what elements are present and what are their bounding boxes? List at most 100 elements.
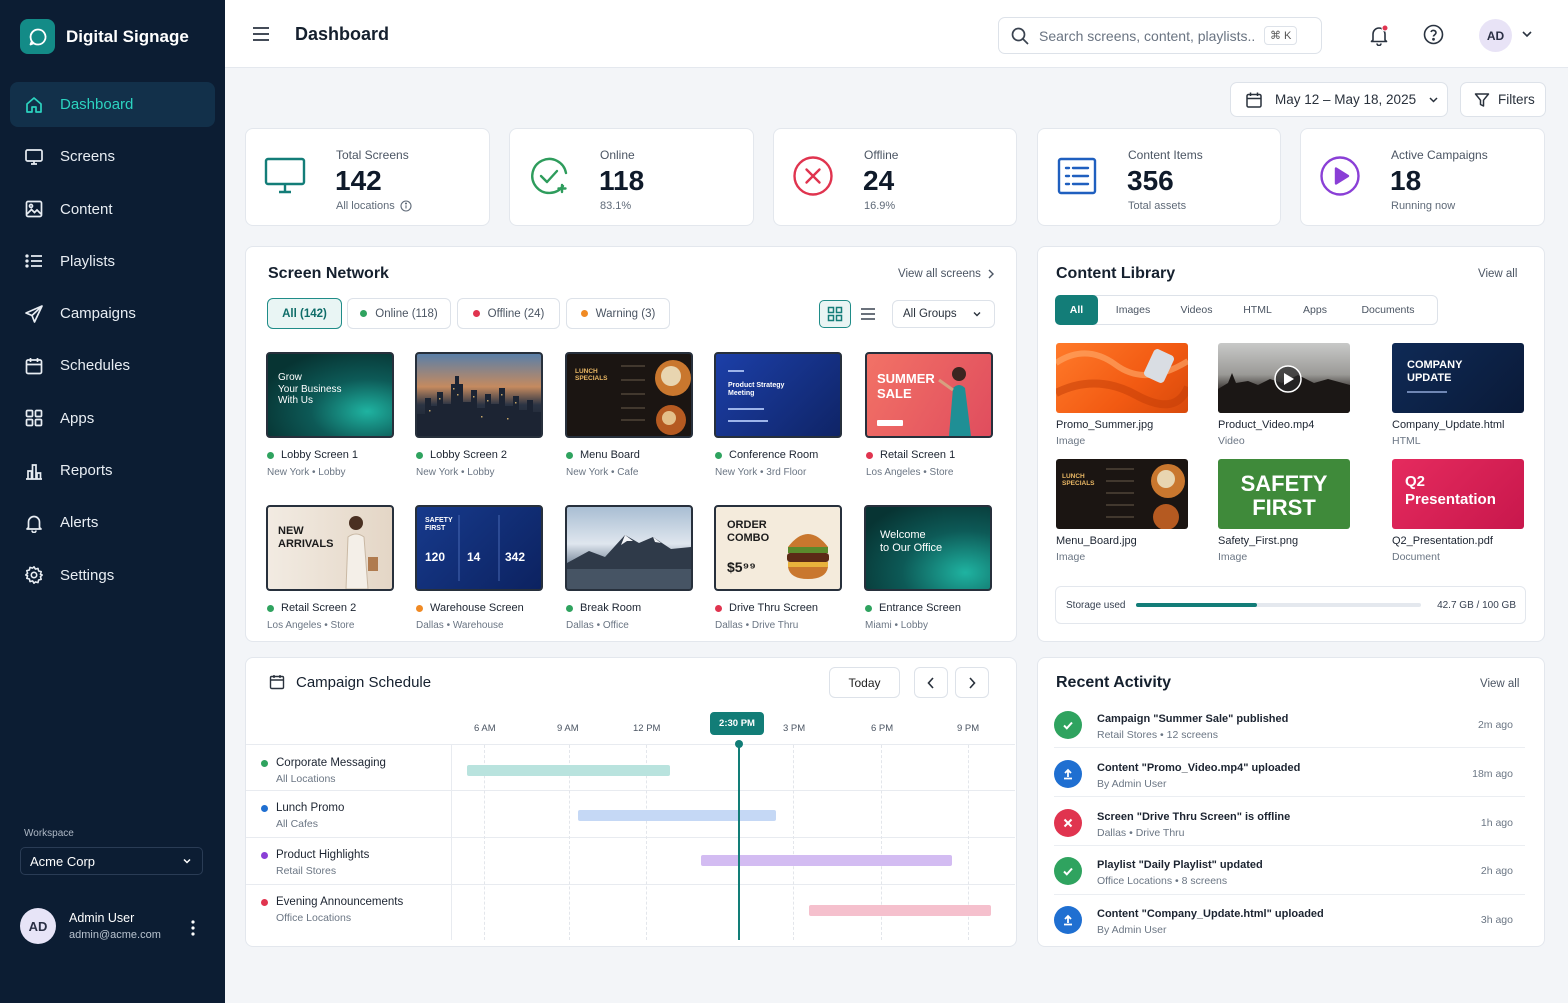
- status-dot: [566, 604, 573, 612]
- activity-item[interactable]: Content "Promo_Video.mp4" uploaded By Ad…: [1054, 758, 1525, 806]
- today-button[interactable]: Today: [829, 667, 900, 698]
- brand[interactable]: Digital Signage: [20, 19, 189, 54]
- next-button[interactable]: [955, 667, 989, 698]
- date-range-picker[interactable]: May 12 – May 18, 2025: [1230, 82, 1448, 117]
- view-all-activity-link[interactable]: View all: [1480, 678, 1519, 690]
- campaign-row[interactable]: Lunch Promo All Cafes: [261, 802, 344, 830]
- stat-card-online[interactable]: Online 118 83.1%: [509, 128, 754, 226]
- filters-button[interactable]: Filters: [1460, 82, 1546, 117]
- stat-card-content-items[interactable]: Content Items 356 Total assets: [1037, 128, 1281, 226]
- campaign-bar[interactable]: [467, 765, 670, 776]
- activity-item[interactable]: Content "Company_Update.html" uploaded B…: [1054, 904, 1525, 952]
- user-avatar[interactable]: AD: [1479, 19, 1512, 52]
- campaign-name: Product Highlights: [276, 849, 370, 861]
- search-box[interactable]: ⌘ K: [998, 17, 1322, 54]
- campaign-row[interactable]: Evening Announcements Office Locations: [261, 896, 403, 924]
- content-item[interactable]: SAFETY FIRST Safety_First.png Image: [1218, 459, 1350, 563]
- hamburger-menu-icon[interactable]: [252, 26, 270, 42]
- sidebar-item-campaigns[interactable]: Campaigns: [10, 291, 215, 336]
- tab-all[interactable]: All: [1055, 295, 1098, 325]
- search-icon: [1011, 27, 1029, 45]
- prev-button[interactable]: [914, 667, 948, 698]
- section-title: Screen Network: [268, 265, 389, 282]
- campaign-bar[interactable]: [809, 905, 991, 916]
- grid-line: [793, 745, 794, 940]
- content-item[interactable]: LUNCH SPECIALS Menu_Board.jpg Image: [1056, 459, 1188, 563]
- status-dot: [715, 604, 722, 612]
- divider: [1054, 747, 1525, 748]
- filter-chip-online[interactable]: Online (118): [347, 298, 451, 329]
- stat-card-offline[interactable]: Offline 24 16.9%: [773, 128, 1017, 226]
- content-type: Image: [1056, 435, 1086, 447]
- sidebar-item-apps[interactable]: Apps: [10, 396, 215, 441]
- filter-chip-offline[interactable]: Offline (24): [457, 298, 560, 329]
- activity-item[interactable]: Playlist "Daily Playlist" updated Office…: [1054, 855, 1525, 903]
- tab-videos[interactable]: Videos: [1168, 295, 1225, 325]
- sidebar-item-reports[interactable]: Reports: [10, 448, 215, 493]
- screen-card[interactable]: LUNCH SPECIALS Menu Board New York • Caf…: [565, 352, 693, 478]
- help-icon[interactable]: [1423, 24, 1444, 45]
- stat-card-active-campaigns[interactable]: Active Campaigns 18 Running now: [1300, 128, 1545, 226]
- screen-location: Miami • Lobby: [865, 620, 928, 631]
- view-all-screens-link[interactable]: View all screens: [898, 268, 995, 280]
- screen-card[interactable]: Product Strategy Meeting Conference Room…: [714, 352, 842, 478]
- tab-documents[interactable]: Documents: [1340, 295, 1436, 325]
- user-profile[interactable]: AD Admin User admin@acme.com: [20, 908, 161, 944]
- activity-item[interactable]: Campaign "Summer Sale" published Retail …: [1054, 709, 1525, 757]
- sidebar-item-schedules[interactable]: Schedules: [10, 343, 215, 388]
- grid-view-button[interactable]: [819, 300, 851, 328]
- workspace-select[interactable]: Acme Corp: [20, 847, 203, 875]
- screen-card[interactable]: NEW ARRIVALS Retail Screen 2 Los Angeles…: [266, 505, 394, 631]
- content-item[interactable]: COMPANY UPDATE Company_Update.html HTML: [1392, 343, 1524, 447]
- screen-card[interactable]: SUMMER SALE Retail Screen 1 Los Angeles …: [865, 352, 993, 478]
- campaign-dot: [261, 898, 268, 906]
- info-icon[interactable]: [400, 200, 412, 212]
- notification-bell-icon[interactable]: [1368, 24, 1390, 46]
- stat-sub: All locations: [336, 200, 412, 212]
- screen-card[interactable]: Grow Your Business With Us Lobby Screen …: [266, 352, 394, 478]
- filter-chip-warning[interactable]: Warning (3): [566, 298, 670, 329]
- content-item[interactable]: Promo_Summer.jpg Image: [1056, 343, 1188, 447]
- screen-card[interactable]: Break Room Dallas • Office: [565, 505, 693, 631]
- sidebar-item-dashboard[interactable]: Dashboard: [10, 82, 215, 127]
- sidebar-item-content[interactable]: Content: [10, 187, 215, 232]
- chip-label: Online (118): [375, 307, 438, 320]
- sidebar-item-screens[interactable]: Screens: [10, 134, 215, 179]
- image-icon: [25, 200, 43, 218]
- campaign-row[interactable]: Corporate Messaging All Locations: [261, 757, 386, 785]
- sidebar: Digital Signage Dashboard Screens Conten…: [0, 0, 225, 1003]
- screen-card[interactable]: Lobby Screen 2 New York • Lobby: [415, 352, 543, 478]
- time-label: 3 PM: [783, 723, 806, 734]
- sidebar-item-alerts[interactable]: Alerts: [10, 500, 215, 545]
- content-item[interactable]: Q2 Presentation Q2_Presentation.pdf Docu…: [1392, 459, 1524, 563]
- screen-thumbnail: [415, 352, 543, 438]
- screen-card[interactable]: SAFETY FIRST 120 14 342 Warehouse Screen…: [415, 505, 543, 631]
- campaign-row[interactable]: Product Highlights Retail Stores: [261, 849, 369, 877]
- campaign-bar[interactable]: [578, 810, 776, 821]
- sidebar-item-settings[interactable]: Settings: [10, 553, 215, 598]
- list-view-button[interactable]: [852, 300, 884, 328]
- sidebar-item-label: Apps: [60, 409, 95, 427]
- user-name: Admin User: [69, 911, 135, 925]
- filter-chip-all[interactable]: All (142): [267, 298, 342, 329]
- more-vertical-icon[interactable]: [187, 918, 199, 938]
- group-select[interactable]: All Groups: [892, 300, 995, 328]
- tab-html[interactable]: HTML: [1225, 295, 1290, 325]
- search-input[interactable]: [1039, 27, 1254, 44]
- stat-card-total-screens[interactable]: Total Screens 142 All locations: [245, 128, 490, 226]
- tab-images[interactable]: Images: [1098, 295, 1168, 325]
- sidebar-item-playlists[interactable]: Playlists: [10, 239, 215, 284]
- divider: [1054, 845, 1525, 846]
- screen-card[interactable]: Welcome to Our Office Entrance Screen Mi…: [864, 505, 992, 631]
- screen-card[interactable]: ORDER COMBO $5⁹⁹ Drive Thru Screen Dalla…: [714, 505, 842, 631]
- tab-apps[interactable]: Apps: [1290, 295, 1340, 325]
- chevron-down-icon[interactable]: [1521, 28, 1533, 40]
- status-dot: [267, 451, 274, 459]
- screen-name: Lobby Screen 1: [281, 449, 359, 461]
- screen-name: Lobby Screen 2: [430, 449, 508, 461]
- activity-item[interactable]: Screen "Drive Thru Screen" is offline Da…: [1054, 807, 1525, 855]
- content-item[interactable]: Product_Video.mp4 Video: [1218, 343, 1350, 447]
- food-graphic: [1106, 464, 1185, 529]
- view-all-content-link[interactable]: View all: [1478, 268, 1517, 280]
- screen-name: Warehouse Screen: [430, 602, 524, 614]
